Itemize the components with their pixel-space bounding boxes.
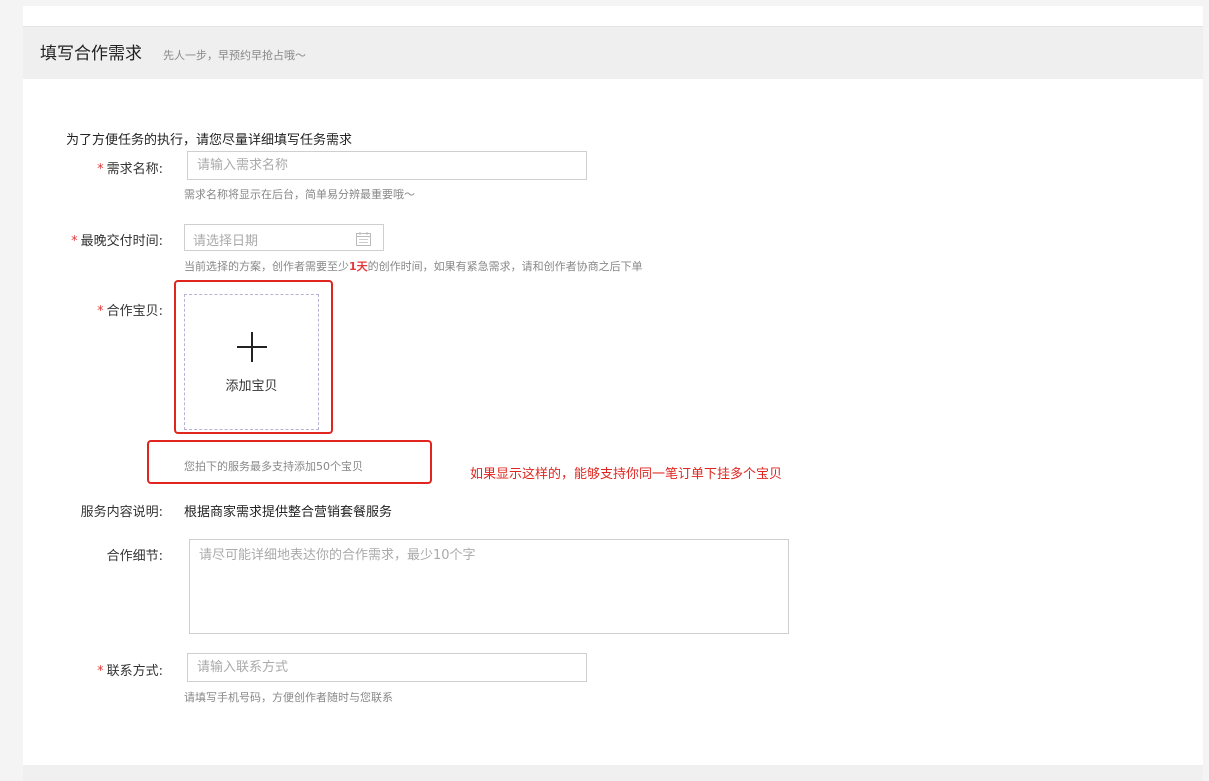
section-header: 填写合作需求 先人一步，早预约早抢占哦～: [23, 26, 1203, 79]
page-container: 填写合作需求 先人一步，早预约早抢占哦～ 为了方便任务的执行，请您尽量详细填写任…: [23, 0, 1203, 781]
calendar-icon[interactable]: [356, 231, 371, 250]
name-label-row: * 需求名称:: [23, 158, 163, 177]
service-label: 服务内容说明:: [80, 505, 163, 520]
deadline-hint-days: 1天: [349, 260, 368, 273]
deadline-date-picker[interactable]: 请选择日期: [184, 224, 384, 251]
section-subtitle: 先人一步，早预约早抢占哦～: [163, 49, 306, 62]
annotation-note: 如果显示这样的，能够支持你同一笔订单下挂多个宝贝: [470, 467, 783, 482]
deadline-label-row: * 最晚交付时间:: [23, 230, 163, 249]
contact-input[interactable]: [187, 653, 587, 682]
products-label-row: * 合作宝贝:: [23, 300, 163, 319]
add-product-label: 添加宝贝: [225, 379, 278, 394]
plus-icon: [236, 331, 268, 367]
name-label: 需求名称:: [106, 162, 163, 177]
bottom-divider: [23, 765, 1203, 781]
required-mark: *: [71, 234, 78, 249]
required-mark: *: [97, 162, 104, 177]
required-mark: *: [97, 664, 104, 679]
deadline-label: 最晚交付时间:: [80, 234, 163, 249]
form-intro: 为了方便任务的执行，请您尽量详细填写任务需求: [66, 133, 353, 148]
contact-label: 联系方式:: [106, 664, 163, 679]
section-title: 填写合作需求: [40, 44, 142, 64]
products-hint: 您拍下的服务最多支持添加50个宝贝: [184, 460, 363, 473]
deadline-hint-suffix: 的创作时间，如果有紧急需求，请和创作者协商之后下单: [367, 260, 643, 273]
name-input[interactable]: [187, 151, 587, 180]
products-label: 合作宝贝:: [106, 304, 163, 319]
name-hint: 需求名称将显示在后台，简单易分辨最重要哦～: [184, 188, 415, 201]
date-placeholder: 请选择日期: [193, 234, 259, 249]
contact-hint: 请填写手机号码，方便创作者随时与您联系: [184, 691, 393, 704]
deadline-hint-prefix: 当前选择的方案，创作者需要至少: [184, 260, 349, 273]
required-mark: *: [97, 304, 104, 319]
deadline-hint: 当前选择的方案，创作者需要至少1天的创作时间，如果有紧急需求，请和创作者协商之后…: [184, 258, 643, 274]
service-value: 根据商家需求提供整合营销套餐服务: [184, 505, 393, 520]
top-divider: [23, 0, 1203, 6]
add-product-button[interactable]: 添加宝贝: [184, 294, 319, 430]
details-label: 合作细节:: [106, 549, 163, 564]
details-textarea[interactable]: [189, 539, 789, 634]
contact-label-row: * 联系方式:: [23, 660, 163, 679]
